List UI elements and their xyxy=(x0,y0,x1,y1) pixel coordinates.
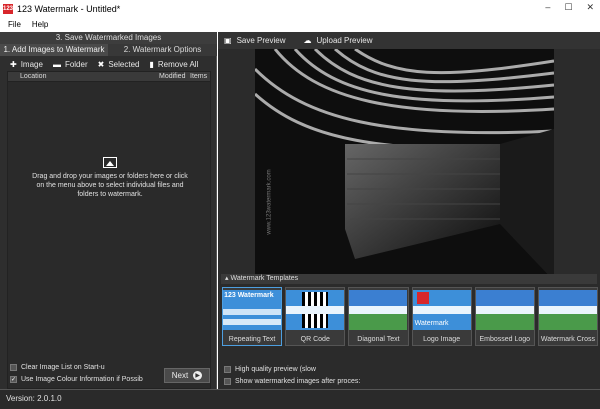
cloud-upload-icon: ☁ xyxy=(303,36,312,45)
template-thumb: Watermark xyxy=(412,290,471,330)
title-bar: 123 123 Watermark - Untitled* – ☐ ✕ xyxy=(0,0,600,17)
logo-icon xyxy=(416,292,429,304)
show-after-checkbox[interactable] xyxy=(224,378,231,385)
next-button[interactable]: Next ▶ xyxy=(164,368,210,383)
template-thumb xyxy=(349,290,408,330)
clear-list-option[interactable]: Clear Image List on Start-u xyxy=(10,364,105,371)
arrow-right-icon: ▶ xyxy=(193,371,203,380)
high-quality-checkbox[interactable] xyxy=(224,366,231,373)
template-thumb xyxy=(538,290,597,330)
use-colour-option[interactable]: ✓ Use Image Colour Information if Possib xyxy=(10,376,143,383)
preview-photo xyxy=(255,49,554,281)
template-diagonal-text[interactable]: Diagonal Text xyxy=(348,287,409,346)
step-tabs: 1. Add Images to Watermark 2. Watermark … xyxy=(0,44,217,56)
use-colour-label: Use Image Colour Information if Possib xyxy=(21,376,143,383)
preview-watermark-text: www.123watermark.com xyxy=(266,169,273,235)
folder-icon: ▬ xyxy=(52,59,61,69)
show-after-label: Show watermarked images after proces: xyxy=(235,378,361,385)
high-quality-option[interactable]: High quality preview (slow xyxy=(224,366,316,373)
right-panel: ▣ Save Preview ☁ Upload Preview www.123w… xyxy=(218,32,600,389)
version-label: Version: 2.0.1.0 xyxy=(6,394,62,403)
template-list: 123 Watermark Repeating Text QR Code Dia… xyxy=(222,287,599,350)
menu-file[interactable]: File xyxy=(8,20,21,29)
maximize-button[interactable]: ☐ xyxy=(564,2,572,13)
image-icon xyxy=(103,157,117,168)
tab-watermark-options[interactable]: 2. Watermark Options xyxy=(108,44,217,56)
clear-list-checkbox[interactable] xyxy=(10,364,17,371)
add-image-button[interactable]: ✚ Image xyxy=(10,60,43,69)
minimize-button[interactable]: – xyxy=(545,2,550,13)
window-title: 123 Watermark - Untitled* xyxy=(17,3,121,14)
tab-add-images[interactable]: 1. Add Images to Watermark xyxy=(0,44,108,56)
window-controls: – ☐ ✕ xyxy=(545,2,594,13)
add-folder-button[interactable]: ▬ Folder xyxy=(53,60,88,69)
menu-help[interactable]: Help xyxy=(32,20,48,29)
remove-all-button[interactable]: ▮ Remove All xyxy=(149,60,198,69)
tab-save-watermarked[interactable]: 3. Save Watermarked Images xyxy=(0,32,217,44)
menu-bar: File Help xyxy=(0,17,600,32)
x-icon: ✖ xyxy=(97,59,105,69)
template-watermark-cross[interactable]: Watermark Cross xyxy=(537,287,599,346)
save-preview-button[interactable]: ▣ Save Preview xyxy=(224,36,285,45)
plus-icon: ✚ xyxy=(10,59,17,69)
left-panel: 3. Save Watermarked Images 1. Add Images… xyxy=(0,32,217,389)
show-after-option[interactable]: Show watermarked images after proces: xyxy=(224,378,360,385)
template-qr-code[interactable]: QR Code xyxy=(285,287,346,346)
drop-hint-text: Drag and drop your images or folders her… xyxy=(32,173,188,198)
template-logo-image[interactable]: Watermark Logo Image xyxy=(411,287,472,346)
drop-hint: Drag and drop your images or folders her… xyxy=(28,157,192,199)
column-location[interactable]: Location xyxy=(8,72,159,81)
clear-list-label: Clear Image List on Start-u xyxy=(21,364,105,371)
trash-icon: ▮ xyxy=(149,59,154,69)
template-repeating-text[interactable]: 123 Watermark Repeating Text xyxy=(222,287,283,346)
column-items[interactable]: Items xyxy=(190,72,210,81)
column-modified[interactable]: Modified xyxy=(159,72,190,81)
upload-preview-button[interactable]: ☁ Upload Preview xyxy=(303,36,372,45)
template-embossed-logo[interactable]: Embossed Logo xyxy=(474,287,535,346)
image-preview: www.123watermark.com xyxy=(255,49,554,281)
file-list-dropzone[interactable]: Drag and drop your images or folders her… xyxy=(7,82,211,389)
template-thumb xyxy=(286,290,345,330)
close-button[interactable]: ✕ xyxy=(586,2,594,13)
use-colour-checkbox[interactable]: ✓ xyxy=(10,376,17,383)
save-icon: ▣ xyxy=(224,36,232,45)
preview-toolbar: ▣ Save Preview ☁ Upload Preview xyxy=(218,32,600,49)
app-logo-icon: 123 xyxy=(3,3,14,14)
file-list-header: Location Modified Items xyxy=(7,71,211,82)
template-thumb: 123 Watermark xyxy=(223,290,282,330)
status-bar: Version: 2.0.1.0 xyxy=(0,389,600,409)
remove-selected-button[interactable]: ✖ Selected xyxy=(98,60,140,69)
file-toolbar: ✚ Image ▬ Folder ✖ Selected ▮ Remove All xyxy=(0,57,217,71)
templates-header[interactable]: ▴ Watermark Templates xyxy=(221,274,597,284)
template-thumb xyxy=(475,290,534,330)
high-quality-label: High quality preview (slow xyxy=(235,366,316,373)
